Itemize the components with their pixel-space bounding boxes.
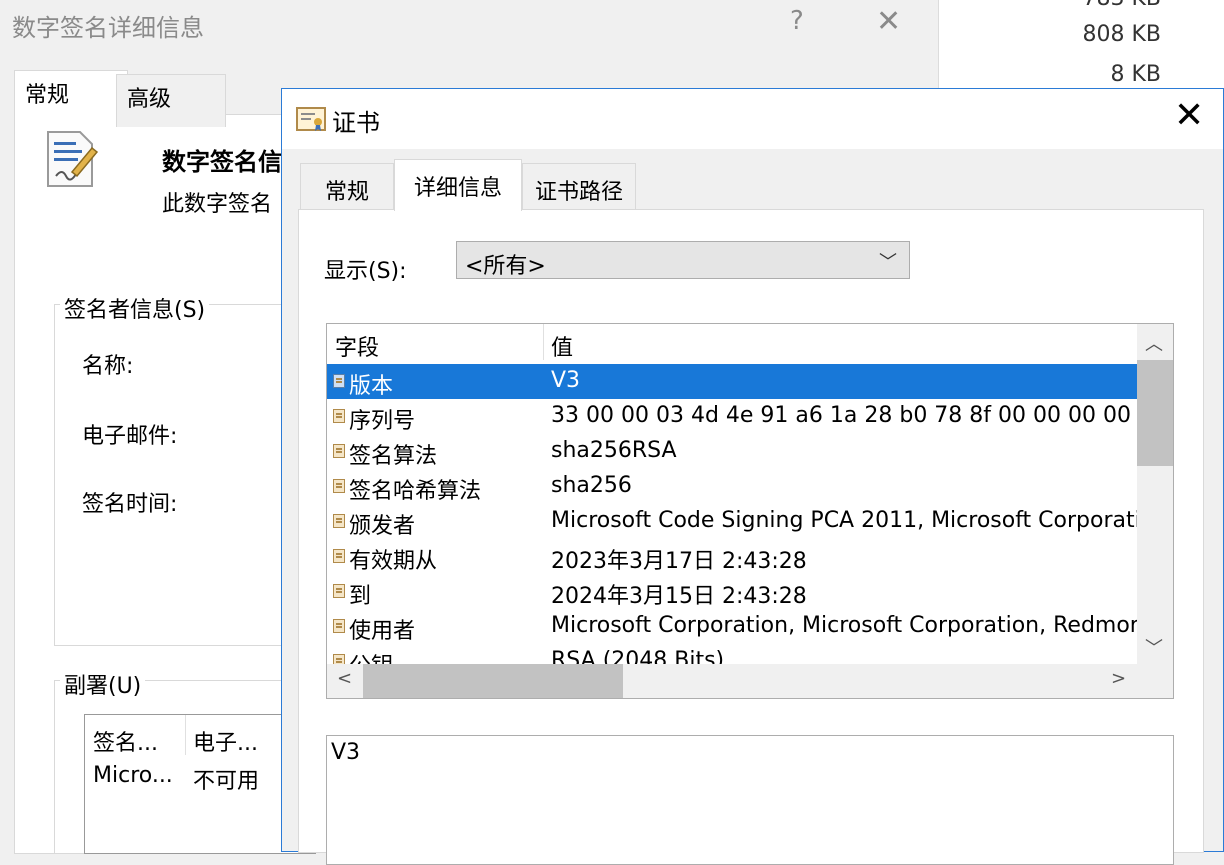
table-row[interactable]: 到 2024年3月15日 2:43:28 <box>327 574 1137 609</box>
field-icon <box>333 374 345 388</box>
tab-general[interactable]: 常规 <box>300 163 394 209</box>
email-label: 电子邮件: <box>82 424 178 449</box>
row-value: 2023年3月17日 2:43:28 <box>551 549 807 574</box>
chevron-down-icon: ﹀ <box>879 252 897 273</box>
close-button[interactable]: ✕ <box>876 4 901 39</box>
field-icon <box>333 514 345 528</box>
row-value: sha256 <box>551 473 632 498</box>
signed-document-icon <box>47 131 98 187</box>
table-row[interactable]: 使用者 Microsoft Corporation, Microsoft Cor… <box>327 609 1158 644</box>
table-row[interactable]: 序列号 33 00 00 03 4d 4e 91 a6 1a 28 b0 78 … <box>327 399 1137 434</box>
row-value: V3 <box>551 368 581 393</box>
table-row[interactable]: 签名哈希算法 sha256 <box>327 469 1137 504</box>
row-field: 到 <box>349 584 372 609</box>
scroll-up-icon[interactable]: ︿ <box>1145 330 1163 356</box>
show-dropdown[interactable]: <所有> ﹀ <box>456 241 910 279</box>
column-header[interactable]: 电子... <box>193 725 258 757</box>
scroll-left-icon[interactable]: < <box>337 668 352 689</box>
certificate-dialog: 证书 ✕ 常规 详细信息 证书路径 显示(S): <所有> ﹀ 字段 值 版本 … <box>281 88 1224 865</box>
signer-info-label: 签名者信息(S) <box>60 292 210 324</box>
tab-advanced[interactable]: 高级 <box>116 74 226 127</box>
table-row[interactable]: 有效期从 2023年3月17日 2:43:28 <box>327 539 1137 574</box>
vertical-scroll-thumb[interactable] <box>1137 360 1173 466</box>
row-field: 签名哈希算法 <box>349 479 482 504</box>
field-icon <box>333 409 345 423</box>
show-label: 显示(S): <box>324 259 407 284</box>
field-icon <box>333 549 345 563</box>
table-row[interactable]: 签名算法 sha256RSA <box>327 434 1137 469</box>
row-field: 使用者 <box>349 619 416 644</box>
field-detail-box[interactable]: V3 <box>326 735 1174 865</box>
horizontal-scroll-thumb[interactable] <box>363 664 623 698</box>
signing-time-label: 签名时间: <box>82 492 178 517</box>
help-button[interactable]: ? <box>790 6 804 36</box>
column-header-value[interactable]: 值 <box>551 330 573 362</box>
tab-general[interactable]: 常规 <box>14 70 128 127</box>
column-divider <box>543 324 544 360</box>
show-dropdown-value: <所有> <box>465 254 546 279</box>
column-header[interactable]: 签名... <box>93 725 158 757</box>
signature-heading: 数字签名信 <box>162 148 282 176</box>
scroll-right-icon[interactable]: > <box>1111 668 1126 689</box>
row-field: 有效期从 <box>349 549 438 574</box>
row-value: Microsoft Code Signing PCA 2011, Microso… <box>551 508 1169 533</box>
file-size: 783 KB <box>1082 0 1161 11</box>
background-file-list: 783 KB 808 KB 8 KB <box>938 0 1224 90</box>
tab-details[interactable]: 详细信息 <box>394 159 522 211</box>
dialog-title: 证书 <box>332 109 380 137</box>
countersignature-label: 副署(U) <box>60 668 146 700</box>
dialog-title: 数字签名详细信息 <box>12 14 204 42</box>
close-button[interactable]: ✕ <box>1174 95 1204 136</box>
table-row[interactable]: 版本 V3 <box>327 364 1137 399</box>
list-item[interactable]: 不可用 <box>193 763 259 795</box>
column-divider <box>185 715 186 755</box>
file-size: 8 KB <box>1110 62 1161 87</box>
row-value: 2024年3月15日 2:43:28 <box>551 584 807 609</box>
scroll-down-icon[interactable]: ﹀ <box>1145 634 1163 660</box>
row-field: 颁发者 <box>349 514 416 539</box>
signature-subtext: 此数字签名 <box>162 192 273 217</box>
column-header-field[interactable]: 字段 <box>335 330 379 362</box>
field-list[interactable]: 字段 值 版本 V3 序列号 33 00 00 03 4d 4e 91 a6 1… <box>326 323 1174 699</box>
row-value: Microsoft Corporation, Microsoft Corpora… <box>551 613 1158 638</box>
field-icon <box>333 619 345 633</box>
row-value: 33 00 00 03 4d 4e 91 a6 1a 28 b0 78 8f 0… <box>551 403 1131 428</box>
field-icon <box>333 444 345 458</box>
certificate-icon <box>296 107 326 131</box>
field-detail-text: V3 <box>331 740 361 765</box>
field-icon <box>333 584 345 598</box>
row-field: 版本 <box>349 374 394 399</box>
field-icon <box>333 479 345 493</box>
name-label: 名称: <box>82 354 134 379</box>
row-field: 序列号 <box>349 409 416 434</box>
tab-certification-path[interactable]: 证书路径 <box>522 163 636 209</box>
table-row[interactable]: 颁发者 Microsoft Code Signing PCA 2011, Mic… <box>327 504 1168 539</box>
list-item[interactable]: Micro... <box>93 763 173 788</box>
row-value: sha256RSA <box>551 438 677 463</box>
title-bar: 证书 ✕ <box>282 89 1223 149</box>
file-size: 808 KB <box>1082 22 1161 47</box>
row-field: 签名算法 <box>349 444 438 469</box>
